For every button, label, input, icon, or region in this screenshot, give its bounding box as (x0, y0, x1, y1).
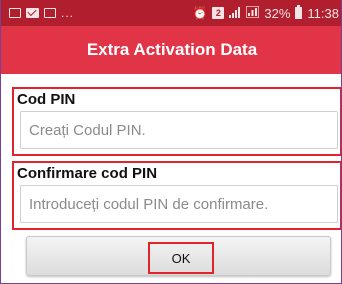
confirm-pin-field-group: Confirmare cod PIN Introduceți codul PIN… (12, 161, 341, 230)
title-bar: Extra Activation Data (1, 26, 341, 74)
sim-2-icon: 2 (212, 7, 225, 19)
more-notifications-text: ... (61, 6, 75, 20)
image-icon (9, 8, 21, 18)
network-4g-icon (245, 5, 261, 20)
page-title: Extra Activation Data (86, 40, 258, 59)
mail-icon (26, 8, 39, 18)
app-window: ... ⏰ 2 32% 11:38 Extra Activation Data … (0, 0, 342, 284)
battery-percent-text: 32% (264, 5, 291, 21)
alarm-icon: ⏰ (192, 6, 208, 20)
signal-icon (229, 6, 241, 20)
status-bar: ... ⏰ 2 32% 11:38 (1, 0, 341, 26)
confirm-pin-input[interactable]: Introduceți codul PIN de confirmare. (20, 185, 338, 223)
image-icon (44, 8, 56, 18)
pin-field-group: Cod PIN Creați Codul PIN. (12, 87, 341, 156)
pin-input[interactable]: Creați Codul PIN. (20, 111, 338, 149)
battery-icon (295, 5, 303, 19)
ok-button-label[interactable]: OK (148, 242, 214, 274)
status-left-icons: ... (1, 6, 74, 20)
confirm-pin-field-label: Confirmare cod PIN (17, 165, 158, 182)
status-right-icons: ⏰ 2 32% 11:38 (192, 5, 341, 21)
pin-field-label: Cod PIN (17, 91, 76, 108)
clock-text: 11:38 (307, 5, 339, 21)
